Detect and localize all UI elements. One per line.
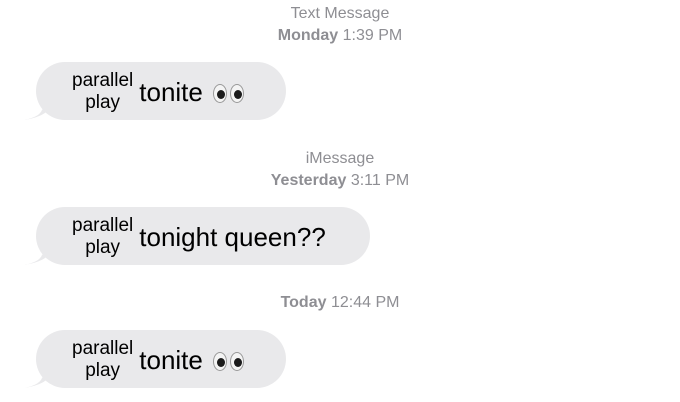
time-label: 1:39 PM [342, 27, 403, 44]
message-text: tonight queen?? [139, 222, 326, 252]
date-time-label: Today 12:44 PM [0, 292, 680, 314]
message-text: tonite [139, 345, 203, 375]
timestamp-header: iMessage Yesterday 3:11 PM [0, 148, 680, 192]
message-text: tonite [139, 77, 203, 107]
timestamp-header: Text Message Monday 1:39 PM [0, 3, 680, 47]
stacked-text: parallel play [72, 70, 133, 114]
service-label: iMessage [305, 150, 375, 167]
time-label: 12:44 PM [330, 294, 400, 311]
message-content: parallel play tonite [72, 336, 244, 382]
service-label: Text Message [290, 5, 390, 22]
stacked-text-top: parallel [72, 70, 134, 91]
day-label: Monday [277, 27, 339, 44]
message-content: parallel play tonite [72, 68, 244, 114]
day-label: Today [280, 294, 327, 311]
stacked-text: parallel play [72, 215, 133, 259]
eyes-emoji-icon [212, 83, 244, 103]
message-bubble[interactable]: parallel play tonite [24, 330, 286, 388]
day-label: Yesterday [270, 172, 347, 189]
message-content: parallel play tonight queen?? [72, 213, 326, 259]
bubble-tail [24, 243, 54, 265]
timestamp-header: Today 12:44 PM [0, 292, 680, 314]
stacked-text-top: parallel [72, 338, 134, 359]
stacked-text-bottom: play [85, 92, 121, 113]
eyes-emoji-icon [212, 351, 244, 371]
stacked-text: parallel play [72, 338, 133, 382]
date-time-label: Monday 1:39 PM [0, 25, 680, 47]
bubble-tail [24, 366, 54, 388]
message-bubble[interactable]: parallel play tonite [24, 62, 286, 120]
bubble-tail [24, 98, 54, 120]
stacked-text-top: parallel [72, 215, 134, 236]
stacked-text-bottom: play [85, 237, 121, 258]
time-label: 3:11 PM [350, 172, 410, 189]
message-bubble[interactable]: parallel play tonight queen?? [24, 207, 370, 265]
stacked-text-bottom: play [85, 360, 121, 381]
date-time-label: Yesterday 3:11 PM [0, 170, 680, 192]
